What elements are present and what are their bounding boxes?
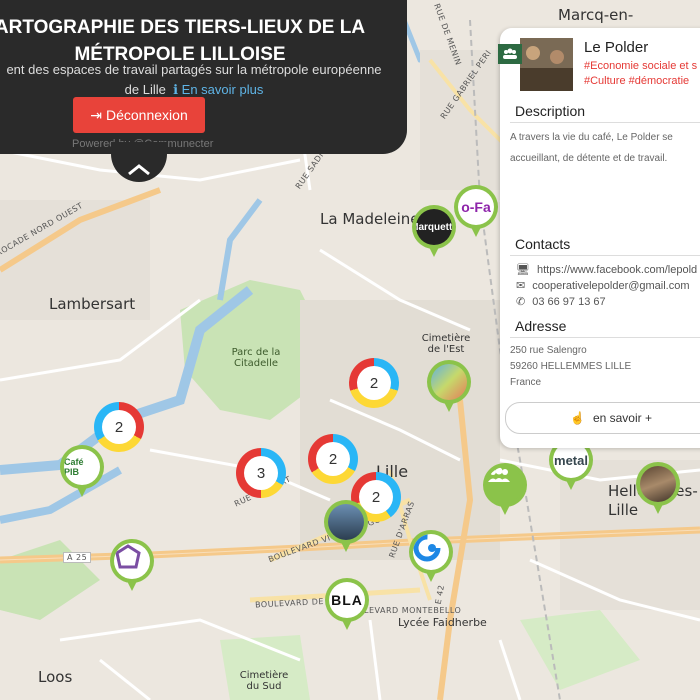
- more-details-button[interactable]: ☝ en savoir +: [505, 402, 700, 434]
- more-info-link[interactable]: ℹ En savoir plus: [173, 82, 263, 97]
- cluster-count: 2: [316, 442, 350, 476]
- marker-cluster[interactable]: 2: [308, 434, 358, 484]
- header-panel: ARTOGRAPHIE DES TIERS-LIEUX DE LA MÉTROP…: [0, 0, 407, 154]
- map-marker[interactable]: [110, 539, 154, 595]
- logout-label: Déconnexion: [106, 107, 188, 123]
- description-text: A travers la vie du café, Le Polder se a…: [510, 127, 673, 169]
- marker-photo: [431, 364, 467, 400]
- map-marker[interactable]: BLA: [325, 578, 369, 634]
- place-photo: [520, 38, 573, 91]
- place-title: Le Polder: [584, 39, 649, 56]
- marker-logo: [413, 534, 449, 570]
- address-line: France: [510, 377, 542, 388]
- envelope-icon: ✉: [516, 280, 526, 292]
- email-link[interactable]: cooperativelepolder@gmail.com: [532, 280, 689, 292]
- desktop-icon: 🖥: [516, 264, 530, 276]
- chevron-up-icon: [128, 164, 150, 176]
- street-label-a25: A 25: [63, 552, 92, 563]
- address-line: 250 rue Salengro: [510, 345, 587, 356]
- marker-cluster[interactable]: 2: [349, 358, 399, 408]
- cluster-count: 3: [244, 456, 278, 490]
- place-label-citadelle: Parc de la Citadelle: [231, 347, 281, 369]
- marker-photo: [328, 504, 364, 540]
- email-row[interactable]: ✉ cooperativelepolder@gmail.com: [516, 279, 690, 293]
- phone-row: ✆ 03 66 97 13 67: [516, 295, 606, 309]
- detail-panel: Le Polder #Economie sociale et s #Cultur…: [498, 28, 700, 448]
- page-subtitle: ent des espaces de travail partagés sur …: [0, 60, 394, 100]
- place-label-cimetiere-est: Cimetière de l'Est: [421, 333, 471, 355]
- info-icon: ℹ: [173, 82, 179, 97]
- place-label-marcq: Marcq-en-: [558, 6, 634, 24]
- contacts-heading: Contacts: [515, 236, 571, 252]
- map-marker[interactable]: [483, 463, 527, 519]
- sign-out-icon: ⇥: [90, 106, 102, 123]
- cluster-count: 2: [357, 366, 391, 400]
- cluster-count: 2: [102, 410, 136, 444]
- more-details-label: en savoir +: [592, 411, 652, 425]
- address-line: 59260 HELLEMMES LILLE: [510, 361, 632, 372]
- subtitle-text-2: de Lille: [124, 82, 166, 97]
- map-marker[interactable]: Marquette: [412, 205, 456, 261]
- hand-pointer-icon: ☝: [570, 411, 585, 425]
- map-marker-selected[interactable]: [636, 462, 680, 518]
- marker-cluster[interactable]: 3: [236, 448, 286, 498]
- phone-icon: ✆: [516, 296, 526, 308]
- divider: [510, 337, 700, 338]
- group-icon: [487, 467, 523, 503]
- map-marker[interactable]: [427, 360, 471, 416]
- map-marker[interactable]: o-Fa: [454, 185, 498, 241]
- place-label-la-madeleine: La Madeleine: [320, 210, 420, 228]
- description-heading: Description: [515, 103, 586, 119]
- website-link[interactable]: https://www.facebook.com/lepold: [537, 264, 697, 276]
- phone-number: 03 66 97 13 67: [532, 295, 606, 308]
- divider: [510, 122, 700, 123]
- marker-photo: [640, 466, 676, 502]
- place-label-lycee: Lycée Faidherbe: [398, 616, 487, 629]
- marker-logo: o-Fa: [458, 189, 494, 225]
- place-label-lambersart: Lambersart: [49, 295, 136, 313]
- tag-line[interactable]: #Culture #démocratie: [584, 75, 689, 87]
- marker-logo: [114, 543, 150, 579]
- marker-logo: Café PIB: [64, 449, 100, 485]
- logout-button[interactable]: ⇥ Déconnexion: [73, 97, 205, 133]
- description-line: accueillant, de détente et de travail.: [510, 153, 668, 164]
- more-info-label: En savoir plus: [181, 82, 264, 97]
- address-block: 250 rue Salengro 59260 HELLEMMES LILLE F…: [510, 343, 631, 391]
- map-marker[interactable]: Café PIB: [60, 445, 104, 501]
- map-marker[interactable]: [409, 530, 453, 586]
- collapse-header-button[interactable]: [111, 142, 167, 182]
- address-heading: Adresse: [515, 318, 567, 334]
- place-label-cimetiere-sud: Cimetière du Sud: [239, 670, 289, 692]
- subtitle-text: ent des espaces de travail partagés sur …: [6, 62, 382, 77]
- tag-line[interactable]: #Economie sociale et s: [584, 60, 697, 72]
- map-marker[interactable]: [324, 500, 368, 556]
- website-row[interactable]: 🖥 https://www.facebook.com/lepold: [516, 263, 697, 277]
- place-label-loos: Loos: [38, 668, 73, 686]
- place-tags: #Economie sociale et s #Culture #démocra…: [584, 59, 697, 89]
- divider: [510, 255, 700, 256]
- group-icon: [498, 44, 522, 64]
- description-line: A travers la vie du café, Le Polder se: [510, 132, 673, 143]
- marker-logo: Marquette: [416, 209, 452, 245]
- marker-logo: BLA: [329, 582, 365, 618]
